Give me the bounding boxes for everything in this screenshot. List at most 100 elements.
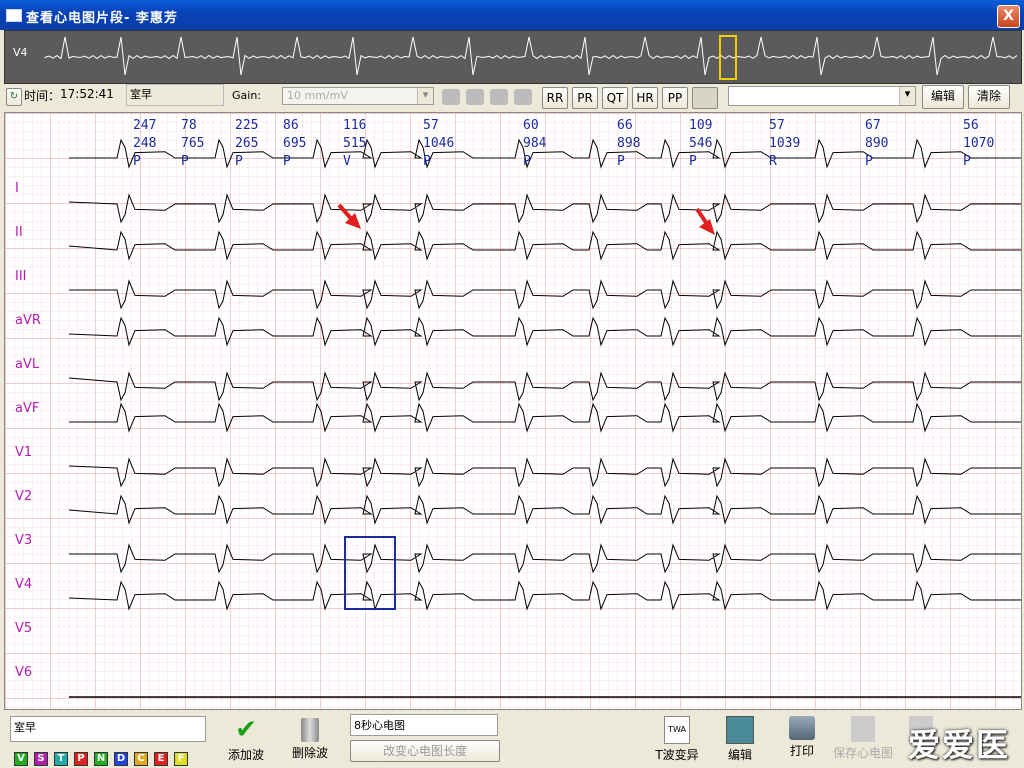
time-label: 时间： [24, 89, 61, 103]
interval-wave: P [617, 154, 625, 169]
caliper-tool-icon[interactable] [514, 89, 532, 105]
lead-label: aVL [15, 357, 40, 372]
interval-wave: P [423, 154, 431, 169]
close-button[interactable]: X [997, 5, 1020, 28]
tag-e[interactable]: E [154, 752, 168, 766]
lead-label: V1 [15, 445, 32, 460]
interval-rr: 66 [617, 118, 633, 133]
tag-s[interactable]: S [34, 752, 48, 766]
tag-p[interactable]: P [74, 752, 88, 766]
twa-button[interactable]: TWA T波变异 [652, 716, 702, 763]
blank-button[interactable] [692, 87, 718, 109]
lead-label: V2 [15, 489, 32, 504]
interval-wave: P [689, 154, 697, 169]
app-icon [6, 9, 22, 22]
gain-value: 10 mm/mV [287, 89, 348, 102]
add-wave-button[interactable]: ✔ 添加波 [224, 716, 268, 763]
add-wave-label: 添加波 [227, 748, 264, 762]
clip-length-field[interactable]: 8秒心电图 [350, 714, 498, 736]
interval-rr: 56 [963, 118, 979, 133]
change-length-button[interactable]: 改变心电图长度 [350, 740, 500, 762]
interval-pp: 248 [133, 136, 156, 151]
tag-c[interactable]: C [134, 752, 148, 766]
edit-tool-label: 编辑 [727, 748, 752, 762]
lead-label: aVR [15, 313, 41, 328]
ecg-grid: IIIIIIaVRaVLaVFV1V2V3V4V5V6 247248P78765… [5, 113, 1021, 709]
interval-wave: V [343, 154, 351, 169]
zoom-tool-icon[interactable] [442, 89, 460, 105]
qt-button[interactable]: QT [602, 87, 628, 109]
lead-label: II [15, 225, 23, 240]
annotation-box[interactable]: 室早 [126, 84, 224, 106]
interval-wave: P [235, 154, 243, 169]
toolbar: ↻ 时间： 17:52:41 室早 Gain: 10 mm/mV ▾ RR PR… [4, 84, 1020, 112]
interval-rr: 225 [235, 118, 258, 133]
interval-rr: 57 [423, 118, 439, 133]
hr-button[interactable]: HR [632, 87, 658, 109]
note-field[interactable]: 室早 [10, 716, 206, 742]
printer-icon [789, 716, 815, 740]
save-ecg-button[interactable]: 保存心电图 [830, 716, 896, 761]
save-label: 保存心电图 [832, 746, 893, 760]
annotation-text: 室早 [130, 88, 152, 101]
note-text: 室早 [14, 721, 36, 734]
ecg-area[interactable]: I II III aVR aVL aVF V1 V2 V3 V4 V5 V6 247 248 P 78 765… [4, 112, 1022, 710]
edit-icon [726, 716, 754, 744]
interval-wave: P [523, 154, 531, 169]
tag-v[interactable]: V [14, 752, 28, 766]
gain-select[interactable]: 10 mm/mV ▾ [282, 87, 434, 105]
twa-icon: TWA [664, 716, 690, 744]
save-icon [851, 716, 875, 742]
time-value: 17:52:41 [60, 87, 114, 101]
trash-icon [301, 718, 319, 742]
lead-label: V3 [15, 533, 32, 548]
interval-rr: 67 [865, 118, 881, 133]
interval-pp: 695 [283, 136, 306, 151]
tag-n[interactable]: N [94, 752, 108, 766]
chevron-down-icon: ▾ [899, 87, 915, 105]
comment-select[interactable]: ▾ [728, 86, 916, 106]
lead-label: V4 [15, 577, 32, 592]
interval-pp: 1046 [423, 136, 454, 151]
lead-label: I [15, 181, 19, 196]
interval-pp: 898 [617, 136, 640, 151]
clear-button[interactable]: 清除 [968, 85, 1010, 109]
chevron-down-icon: ▾ [417, 88, 433, 104]
edit-button[interactable]: 编辑 [922, 85, 964, 109]
interval-pp: 890 [865, 136, 888, 151]
measure-tool-icon[interactable] [490, 89, 508, 105]
overview-lead-label: V4 [13, 46, 28, 59]
overview-strip[interactable]: V4 [4, 30, 1022, 84]
watermark: 爱爱医 [907, 726, 1010, 764]
lead-label: III [15, 269, 27, 284]
window-title: 查看心电图片段- 李惠芳 [26, 11, 178, 26]
interval-wave: P [963, 154, 971, 169]
clip-length-text: 8秒心电图 [354, 719, 405, 732]
hand-tool-icon[interactable] [466, 89, 484, 105]
pp-button[interactable]: PP [662, 87, 688, 109]
interval-wave: P [181, 154, 189, 169]
twa-label: T波变异 [655, 748, 699, 762]
tag-t[interactable]: T [54, 752, 68, 766]
interval-rr: 57 [769, 118, 785, 133]
pr-button[interactable]: PR [572, 87, 598, 109]
rr-button[interactable]: RR [542, 87, 568, 109]
refresh-icon[interactable]: ↻ [6, 88, 22, 106]
overview-trace [44, 35, 1018, 80]
interval-pp: 515 [343, 136, 366, 151]
print-button[interactable]: 打印 [782, 716, 822, 759]
interval-pp: 765 [181, 136, 204, 151]
interval-rr: 247 [133, 118, 156, 133]
tag-f[interactable]: F [174, 752, 188, 766]
interval-wave: P [133, 154, 141, 169]
interval-wave: R [769, 154, 777, 169]
tag-d[interactable]: D [114, 752, 128, 766]
checkmark-icon: ✔ [235, 715, 257, 745]
interval-pp: 1070 [963, 136, 994, 151]
interval-rr: 116 [343, 118, 366, 133]
title-bar: 查看心电图片段- 李惠芳 X [0, 0, 1024, 30]
delete-wave-button[interactable]: 删除波 [288, 716, 332, 761]
gain-label: Gain: [232, 89, 261, 102]
interval-pp: 1039 [769, 136, 800, 151]
edit-tool-button[interactable]: 编辑 [718, 716, 762, 763]
